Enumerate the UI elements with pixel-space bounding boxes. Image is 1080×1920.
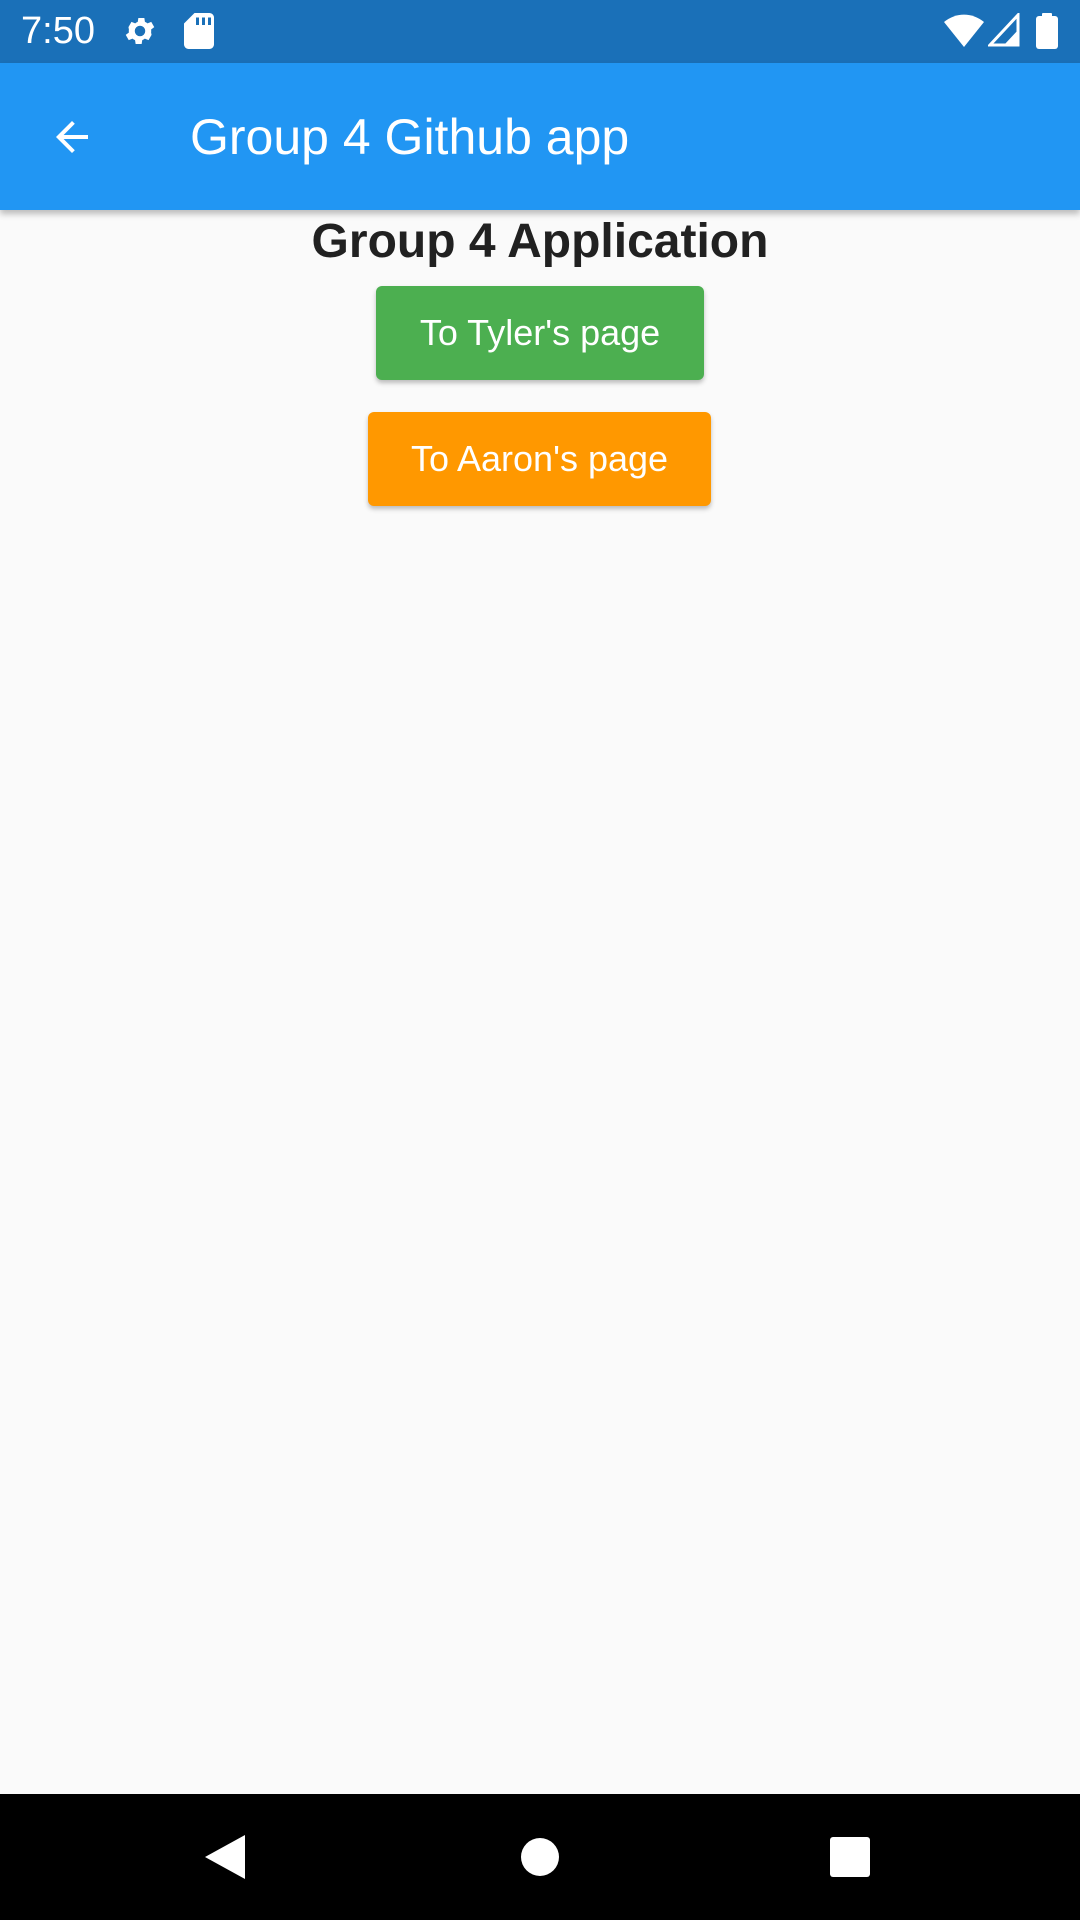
aaron-page-button[interactable]: To Aaron's page xyxy=(368,412,711,506)
battery-icon xyxy=(1036,13,1058,49)
nav-home-button[interactable] xyxy=(500,1817,580,1897)
wifi-icon xyxy=(944,14,984,47)
navigation-bar xyxy=(0,1794,1080,1920)
tyler-page-button[interactable]: To Tyler's page xyxy=(376,286,704,380)
app-bar: Group 4 Github app xyxy=(0,63,1080,210)
back-button[interactable] xyxy=(26,91,118,183)
signal-icon xyxy=(988,13,1020,47)
sd-card-icon xyxy=(184,13,214,49)
home-circle-icon xyxy=(521,1838,559,1876)
app-screen: 7:50 Group 4 Github app Group 4 Applicat xyxy=(0,0,1080,1920)
nav-recents-button[interactable] xyxy=(810,1817,890,1897)
status-time: 7:50 xyxy=(21,10,95,52)
status-bar: 7:50 xyxy=(0,0,1080,63)
app-title: Group 4 Github app xyxy=(190,109,630,165)
recents-square-icon xyxy=(830,1837,870,1877)
nav-back-button[interactable] xyxy=(185,1817,265,1897)
gear-icon xyxy=(125,17,155,45)
page-heading: Group 4 Application xyxy=(311,215,769,268)
arrow-back-icon xyxy=(56,121,88,153)
back-triangle-icon xyxy=(205,1835,245,1879)
